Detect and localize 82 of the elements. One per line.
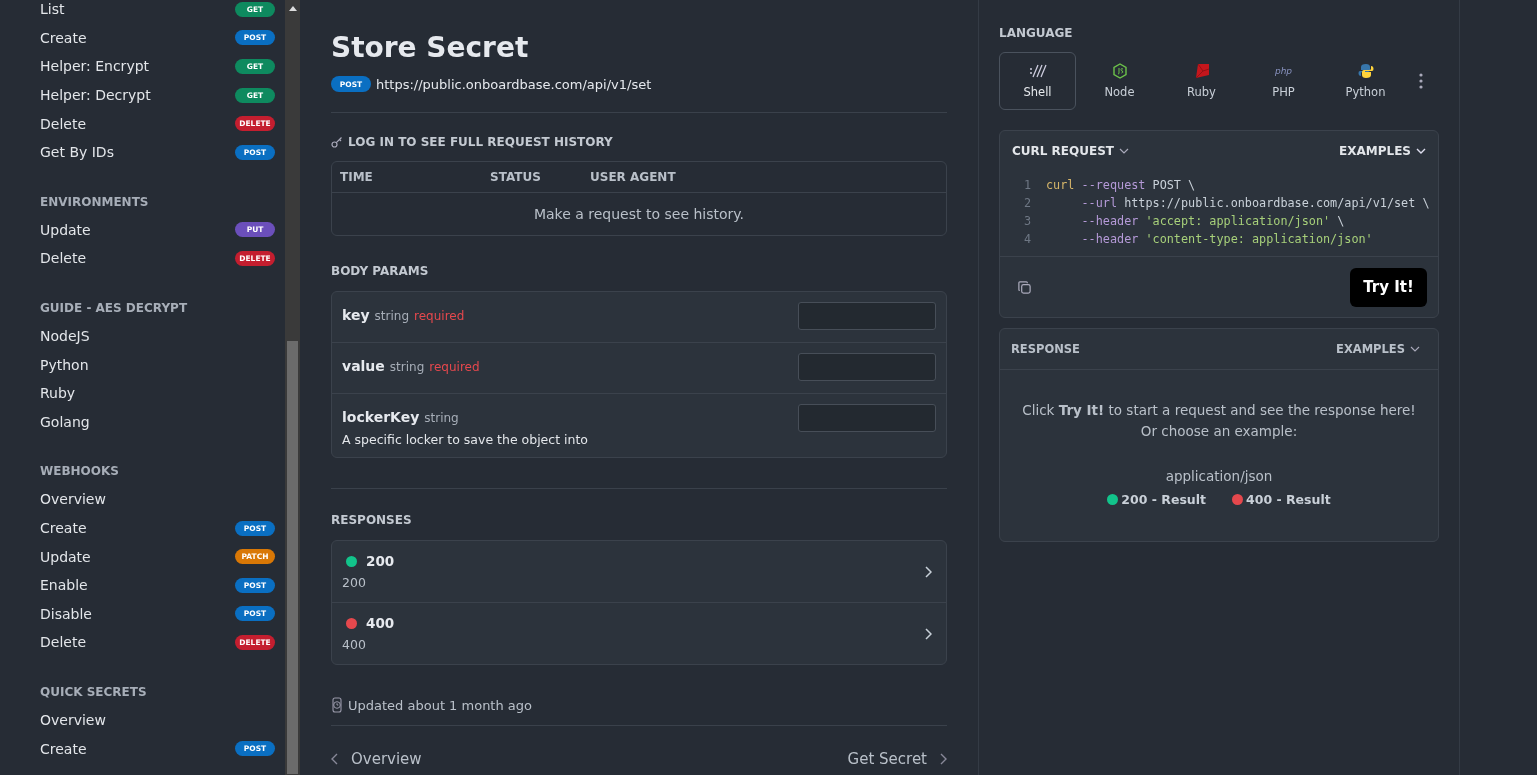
- sidebar-item[interactable]: Golang: [40, 407, 275, 437]
- scroll-up-icon[interactable]: [288, 6, 297, 11]
- chevron-right-icon: [939, 753, 947, 765]
- line-number: 2: [1022, 196, 1032, 210]
- next-page-link[interactable]: Get Secret: [847, 750, 947, 768]
- param-type: string: [424, 411, 459, 425]
- shell-icon: [1028, 63, 1047, 79]
- scrollbar[interactable]: [285, 0, 300, 775]
- chevron-down-icon: [1416, 148, 1426, 154]
- status-code: 400: [366, 615, 395, 631]
- section-heading: LOG IN TO SEE FULL REQUEST HISTORY: [348, 135, 613, 149]
- response-description: 400: [342, 637, 367, 652]
- more-options-icon[interactable]: [1419, 73, 1423, 89]
- code-line: --header 'accept: application/json' \: [1080, 214, 1345, 228]
- input-field[interactable]: [798, 302, 936, 330]
- endpoint-url: https://public.onboardbase.com/api/v1/set: [376, 76, 652, 92]
- hexagon-icon: [1111, 63, 1128, 79]
- response-row[interactable]: 400 400: [332, 603, 946, 664]
- snake-logo-icon: [1357, 63, 1374, 79]
- chevron-right-icon: [924, 627, 932, 640]
- code-line: --url https://public.onboardbase.com/api/v1/set \: [1080, 196, 1430, 210]
- param-name: key: [342, 307, 370, 323]
- chevron-left-icon: [331, 753, 339, 765]
- empty-message: Make a request to see history.: [532, 205, 746, 224]
- try-it-button[interactable]: Try It!: [1350, 267, 1427, 307]
- response-row[interactable]: 200 200: [332, 541, 946, 603]
- line-number: 1: [1022, 178, 1032, 192]
- scrollbar-thumb[interactable]: [287, 341, 298, 774]
- examples-dropdown[interactable]: EXAMPLES: [1336, 342, 1420, 356]
- input-field[interactable]: [798, 353, 936, 381]
- sidebar-item[interactable]: Overview: [40, 705, 275, 735]
- required-label: required: [429, 360, 480, 374]
- example-link[interactable]: 400 - Result: [1232, 492, 1331, 507]
- param-name: lockerKey: [342, 409, 420, 425]
- sidebar-section-heading: QUICK SECRETS: [40, 683, 148, 701]
- section-heading: BODY PARAMS: [331, 264, 430, 278]
- section-heading: RESPONSES: [331, 513, 413, 527]
- input-field[interactable]: [798, 404, 936, 432]
- request-type-dropdown[interactable]: CURL REQUEST: [1012, 144, 1130, 158]
- status-code: 200: [366, 553, 395, 569]
- page-title: Store Secret: [331, 30, 530, 66]
- code-line: curl --request POST \: [1046, 178, 1196, 192]
- key-icon: [331, 136, 343, 148]
- language-tab[interactable]: Ruby: [1163, 52, 1240, 110]
- chevron-right-icon: [924, 565, 932, 578]
- chevron-down-icon: [1119, 148, 1130, 154]
- copy-icon[interactable]: [1017, 279, 1032, 295]
- sidebar-section-heading: WEBHOOKS: [40, 463, 120, 481]
- php-logo: php: [1274, 65, 1293, 78]
- sidebar-item[interactable]: Python: [40, 350, 275, 379]
- sidebar-section-heading: ENVIRONMENTS: [40, 193, 150, 211]
- watch-icon: [331, 697, 343, 713]
- language-tab[interactable]: Node: [1081, 52, 1158, 110]
- section-heading: LANGUAGE: [999, 26, 1074, 40]
- previous-page-link[interactable]: Overview: [331, 750, 422, 768]
- line-number: 3: [1022, 214, 1032, 228]
- gem-icon: [1193, 63, 1210, 79]
- column-header: STATUS: [490, 170, 542, 184]
- column-header: TIME: [340, 170, 374, 184]
- language-tab[interactable]: Python: [1327, 52, 1404, 110]
- chevron-down-icon: [1410, 346, 1420, 352]
- param-type: string: [389, 360, 425, 374]
- sidebar-section-heading: GUIDE - AES DECRYPT: [40, 299, 189, 317]
- column-header: USER AGENT: [590, 170, 676, 184]
- code-line: --header 'content-type: application/json': [1080, 232, 1373, 246]
- response-description: 200: [342, 575, 367, 590]
- sidebar-item[interactable]: NodeJS: [40, 321, 275, 351]
- examples-dropdown[interactable]: EXAMPLES: [1339, 144, 1426, 158]
- param-type: string: [374, 309, 409, 323]
- param-name: value: [342, 358, 385, 374]
- sidebar-item[interactable]: Ruby: [40, 378, 275, 408]
- language-tab[interactable]: php PHP: [1245, 52, 1322, 110]
- language-tab[interactable]: Shell: [999, 52, 1076, 110]
- example-link[interactable]: 200 - Result: [1107, 492, 1206, 507]
- response-hint: Click Try It! to start a request and see the response here! Or choose an example:: [1021, 401, 1417, 441]
- response-heading: RESPONSE: [1011, 342, 1080, 356]
- media-type: application/json: [1164, 468, 1274, 484]
- param-description: A specific locker to save the object into: [342, 432, 588, 447]
- line-number: 4: [1022, 232, 1032, 246]
- updated-text: Updated about 1 month ago: [348, 697, 532, 713]
- sidebar-item[interactable]: Overview: [40, 485, 275, 514]
- required-label: required: [414, 309, 465, 323]
